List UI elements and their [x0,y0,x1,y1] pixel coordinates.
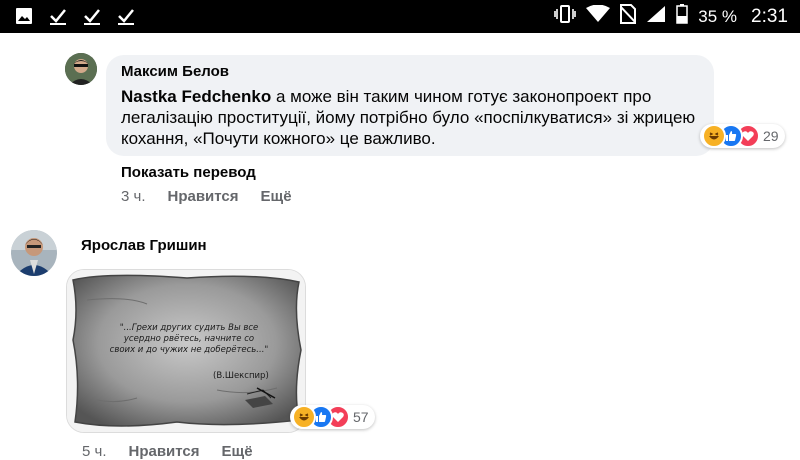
more-button[interactable]: Ещё [261,188,292,205]
quote-line: усердно рвётесь, начните со [123,334,255,344]
mention-link[interactable]: Nastka Fedchenko [121,87,271,106]
check-icon [116,6,136,26]
avatar[interactable] [11,230,57,276]
check-icon [82,6,102,26]
quote-author: (В.Шекспир) [213,371,269,381]
status-bar: 35 % 2:31 [0,0,800,33]
battery-percent: 35 % [698,6,738,26]
comment-actions: 3 ч. Нравится Ещё [121,188,292,205]
quote-line: своих и до чужих не доберётесь..." [109,345,269,355]
comment-image[interactable]: "...Грехи других судить Вы все усердно р… [66,269,306,433]
image-icon [14,6,34,26]
system-icons: 35 % 2:31 [554,0,788,33]
check-icon [48,6,68,26]
haha-reaction-icon [292,405,316,429]
comment-actions: 5 ч. Нравится Ещё [82,443,253,460]
reaction-count: 29 [763,128,779,144]
like-button[interactable]: Нравится [168,188,239,205]
no-sim-icon [619,4,637,29]
wifi-icon [586,4,611,28]
reaction-count: 57 [353,409,369,425]
comment-time[interactable]: 5 ч. [82,443,107,460]
signal-icon [646,5,666,28]
like-button[interactable]: Нравится [129,443,200,460]
vibrate-icon [554,4,577,29]
comment-time[interactable]: 3 ч. [121,188,146,205]
reaction-summary[interactable]: 29 [700,124,785,148]
reaction-summary[interactable]: 57 [290,405,375,429]
haha-reaction-icon [702,124,726,148]
comment-author[interactable]: Максим Белов [121,63,229,80]
translate-link[interactable]: Показать перевод [121,164,256,181]
comment-text: Nastka Fedchenko а може він таким чином … [121,86,706,149]
clock: 2:31 [751,5,788,27]
quote-line: "...Грехи других судить Вы все [119,323,259,333]
avatar[interactable] [65,53,97,85]
comment-bubble[interactable]: Максим Белов Nastka Fedchenko а може він… [106,55,714,156]
comment-author[interactable]: Ярослав Гришин [81,237,207,254]
image-quote: "...Грехи других судить Вы все усердно р… [99,323,279,356]
more-button[interactable]: Ещё [222,443,253,460]
battery-icon [676,4,689,29]
notification-icons [14,6,136,26]
